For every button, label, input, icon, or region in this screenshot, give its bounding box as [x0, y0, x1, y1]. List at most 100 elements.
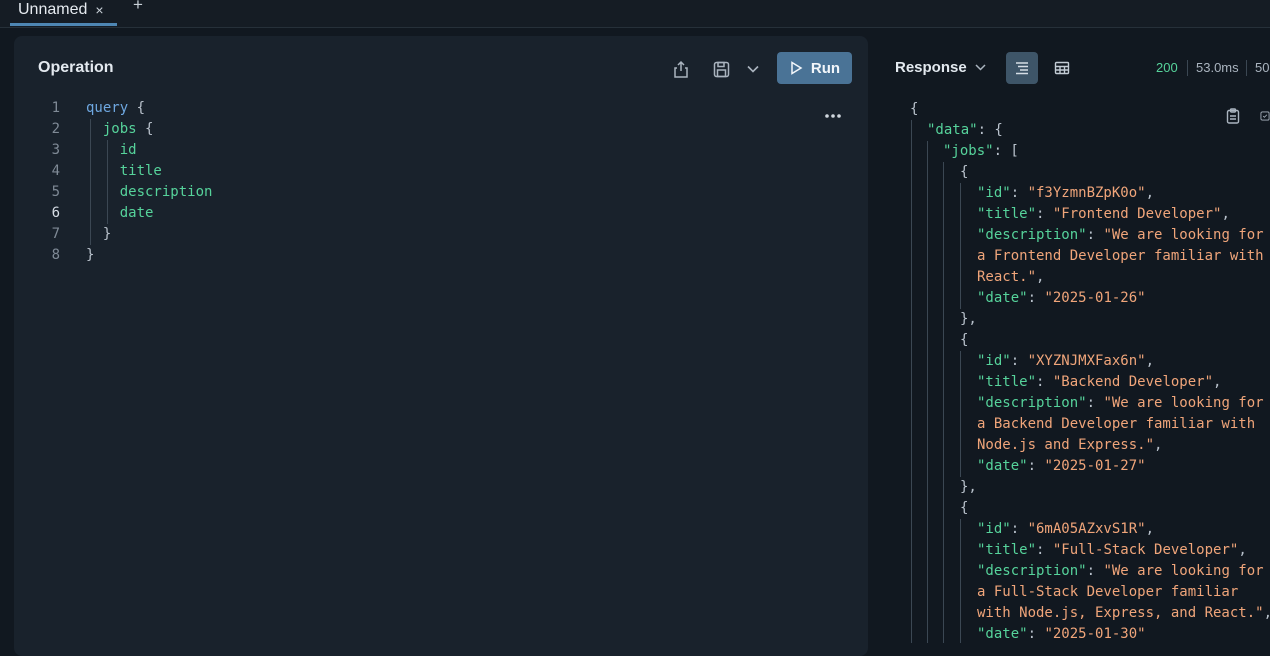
editor-line: 6 date	[14, 203, 868, 224]
json-line: "id": "6mA05AZxvS1R",	[977, 521, 1155, 537]
run-button[interactable]: Run	[777, 52, 852, 84]
json-value: "2025-01-26"	[1044, 290, 1146, 306]
response-label: Response	[895, 59, 967, 76]
brace: {	[136, 100, 146, 116]
status-code: 200	[1156, 60, 1178, 75]
json-key: "date"	[977, 458, 1028, 474]
json-line: "id": "XYZNJMXFax6n",	[977, 353, 1155, 369]
editor-line: 3 id	[14, 140, 868, 161]
json-line: "title": "Frontend Developer",	[977, 206, 1230, 222]
json-brace: {	[910, 101, 919, 117]
json-key: "date"	[977, 626, 1028, 642]
chevron-down-icon[interactable]	[744, 58, 762, 80]
indent-guide	[927, 141, 928, 643]
json-key: "title"	[977, 374, 1037, 390]
json-line: "id": "f3YzmnBZpK0o",	[977, 185, 1155, 201]
query-editor[interactable]: 1 query { 2 jobs { 3 id 4 title 5 descri…	[14, 98, 868, 266]
json-value: "XYZNJMXFax6n"	[1027, 353, 1146, 369]
json-key: "jobs"	[943, 143, 994, 159]
new-tab-button[interactable]: +	[133, 0, 143, 15]
json-value: "Frontend Developer"	[1052, 206, 1222, 222]
line-number: 1	[51, 100, 60, 116]
query-keyword: query	[86, 100, 129, 116]
editor-line: 5 description	[14, 182, 868, 203]
field-title: title	[119, 163, 162, 179]
json-line: "jobs": [	[943, 143, 1019, 159]
indent-guide	[960, 351, 961, 477]
editor-line: 4 title	[14, 161, 868, 182]
save-icon[interactable]	[710, 58, 732, 80]
json-key: "description"	[977, 227, 1087, 243]
response-size: 50	[1255, 60, 1270, 75]
json-key: "title"	[977, 206, 1037, 222]
table-view-icon[interactable]	[1046, 52, 1078, 84]
indent-guide	[943, 162, 944, 643]
json-line: "data": {	[927, 122, 1003, 138]
json-value: "Backend Developer"	[1052, 374, 1214, 390]
editor-line: 8 }	[14, 245, 868, 266]
field-date: date	[119, 205, 154, 221]
list-view-icon[interactable]	[1006, 52, 1038, 84]
json-value: a Frontend Developer familiar with	[977, 248, 1264, 264]
close-icon[interactable]: ×	[95, 2, 103, 18]
json-value: a Backend Developer familiar with	[977, 416, 1256, 432]
indent-guide	[90, 119, 91, 245]
operation-panel: Operation Run 1 query { 2 jobs { 3 id 4	[14, 36, 868, 656]
indent-guide	[960, 183, 961, 309]
tab-label: Unnamed	[18, 1, 88, 18]
json-line: "title": "Backend Developer",	[977, 374, 1222, 390]
json-brace: },	[960, 311, 977, 327]
divider	[1246, 60, 1247, 76]
response-time: 53.0ms	[1196, 60, 1239, 75]
json-line: "title": "Full-Stack Developer",	[977, 542, 1247, 558]
json-value: "f3YzmnBZpK0o"	[1027, 185, 1146, 201]
more-horizontal-icon[interactable]	[822, 108, 844, 124]
indent-guide	[911, 120, 912, 643]
json-key: "id"	[977, 185, 1011, 201]
json-value: with Node.js, Express, and React."	[977, 605, 1264, 621]
copy-icon[interactable]	[1224, 107, 1242, 125]
editor-line: 1 query {	[14, 98, 868, 119]
json-line: "date": "2025-01-27"	[977, 458, 1146, 474]
indent-guide	[107, 140, 108, 224]
json-value: "2025-01-30"	[1044, 626, 1146, 642]
editor-line: 7 }	[14, 224, 868, 245]
json-value: "We are looking for	[1103, 395, 1264, 411]
response-dropdown[interactable]: Response	[895, 59, 986, 76]
field-description: description	[119, 184, 213, 200]
json-value: Node.js and Express."	[977, 437, 1155, 453]
json-value: a Full-Stack Developer familiar	[977, 584, 1239, 600]
field-id: id	[119, 142, 137, 158]
json-brace: {	[960, 164, 969, 180]
json-line: with Node.js, Express, and React.",	[977, 603, 1270, 624]
run-label: Run	[810, 59, 841, 77]
line-number: 2	[51, 121, 60, 137]
line-number: 4	[51, 163, 60, 179]
json-value: "Full-Stack Developer"	[1052, 542, 1239, 558]
json-key: "id"	[977, 353, 1011, 369]
brace: }	[86, 247, 95, 263]
json-brace: {	[960, 332, 969, 348]
line-number: 7	[51, 226, 60, 242]
operation-title: Operation	[38, 59, 114, 76]
json-value: "2025-01-27"	[1044, 458, 1146, 474]
json-key: "data"	[927, 122, 978, 138]
active-tab-indicator	[10, 23, 117, 26]
json-line: "description": "We are looking for	[977, 563, 1264, 579]
editor-line: 2 jobs {	[14, 119, 868, 140]
chevron-down-icon	[975, 64, 986, 71]
json-key: "description"	[977, 395, 1087, 411]
json-key: "id"	[977, 521, 1011, 537]
json-line: Node.js and Express.",	[977, 437, 1163, 453]
divider	[1187, 60, 1188, 76]
line-number: 5	[51, 184, 60, 200]
share-icon[interactable]	[670, 58, 692, 80]
json-line: "date": "2025-01-30"	[977, 626, 1146, 642]
indent-guide	[960, 519, 961, 643]
json-line: React.",	[977, 269, 1045, 285]
json-key: "title"	[977, 542, 1037, 558]
jobs-field: jobs	[102, 121, 137, 137]
line-number: 6	[51, 205, 60, 221]
save-response-icon[interactable]	[1260, 107, 1270, 125]
brace: }	[102, 226, 112, 242]
